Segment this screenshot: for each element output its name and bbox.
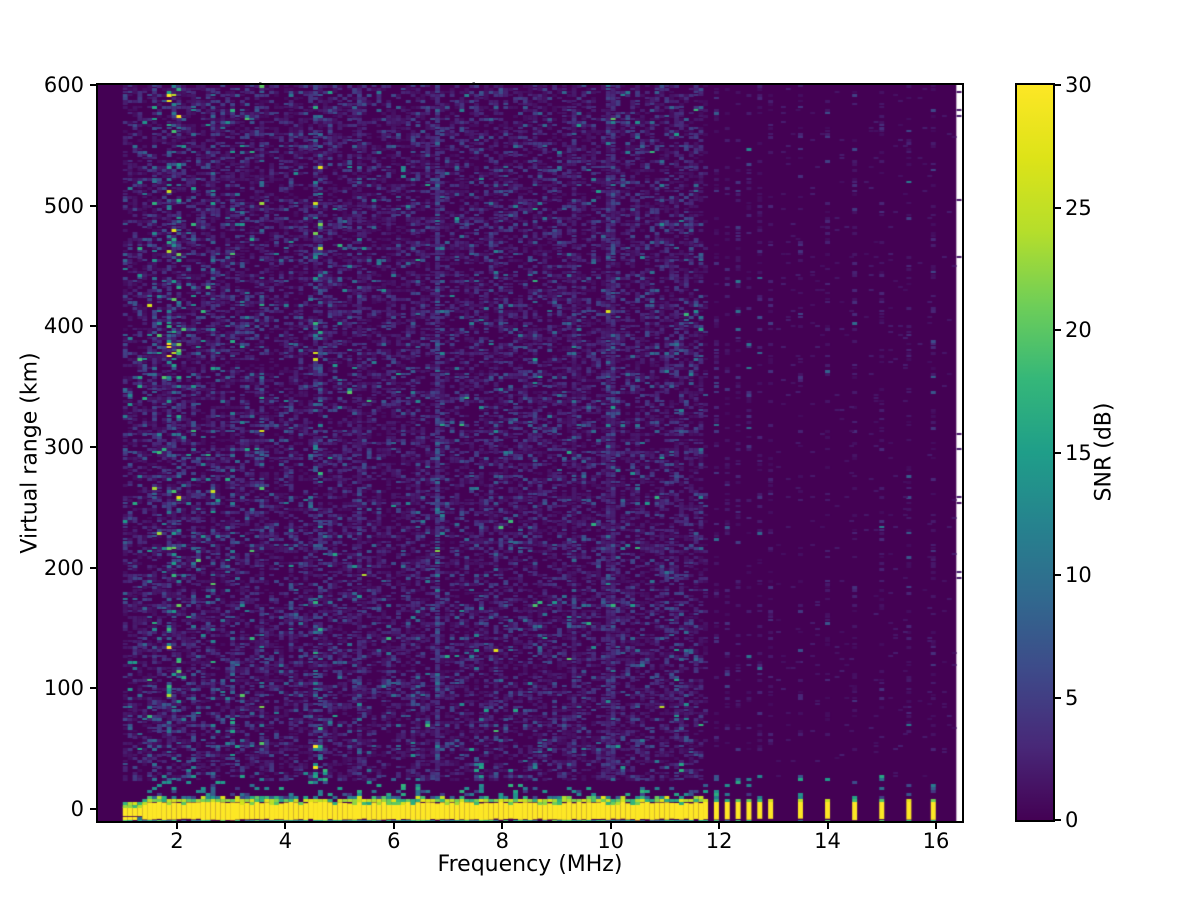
y-tick-label: 100 [26,675,84,701]
y-tick-mark [90,687,96,689]
colorbar-tick-mark [1055,207,1061,209]
y-tick-label: 600 [26,72,84,98]
x-tick-label: 12 [689,829,749,853]
x-tick-label: 14 [798,829,858,853]
colorbar-tick-label: 0 [1065,807,1125,833]
y-axis-label: Virtual range (km) [18,352,43,553]
x-axis-label: Frequency (MHz) [98,852,962,877]
ionogram-heatmap-canvas [98,85,962,821]
colorbar-tick-label: 20 [1065,317,1125,343]
y-tick-label: 0 [26,796,84,822]
colorbar-tick-mark [1055,452,1061,454]
y-tick-label: 400 [26,313,84,339]
colorbar-tick-mark [1055,697,1061,699]
y-tick-mark [90,84,96,86]
x-tick-label: 4 [255,829,315,853]
y-tick-label: 200 [26,555,84,581]
x-tick-label: 8 [472,829,532,853]
y-tick-mark [90,325,96,327]
ionogram-figure: IRF Uppsala SDR Ionosonde UP158 2026-02-… [0,0,1200,900]
plot-axes-box [96,83,964,823]
colorbar-label: SNR (dB) [1092,403,1117,502]
colorbar-tick-label: 10 [1065,562,1125,588]
y-tick-mark [90,567,96,569]
colorbar-gradient [1017,85,1053,820]
colorbar-tick-mark [1055,574,1061,576]
colorbar-tick-mark [1055,329,1061,331]
x-tick-label: 16 [906,829,966,853]
colorbar-tick-mark [1055,819,1061,821]
colorbar [1015,83,1055,822]
colorbar-tick-mark [1055,84,1061,86]
colorbar-tick-label: 25 [1065,195,1125,221]
y-tick-mark [90,446,96,448]
y-tick-mark [90,205,96,207]
y-tick-label: 500 [26,193,84,219]
y-tick-mark [90,808,96,810]
colorbar-tick-label: 30 [1065,72,1125,98]
x-tick-label: 10 [581,829,641,853]
colorbar-tick-label: 5 [1065,685,1125,711]
x-tick-label: 2 [147,829,207,853]
x-tick-label: 6 [364,829,424,853]
